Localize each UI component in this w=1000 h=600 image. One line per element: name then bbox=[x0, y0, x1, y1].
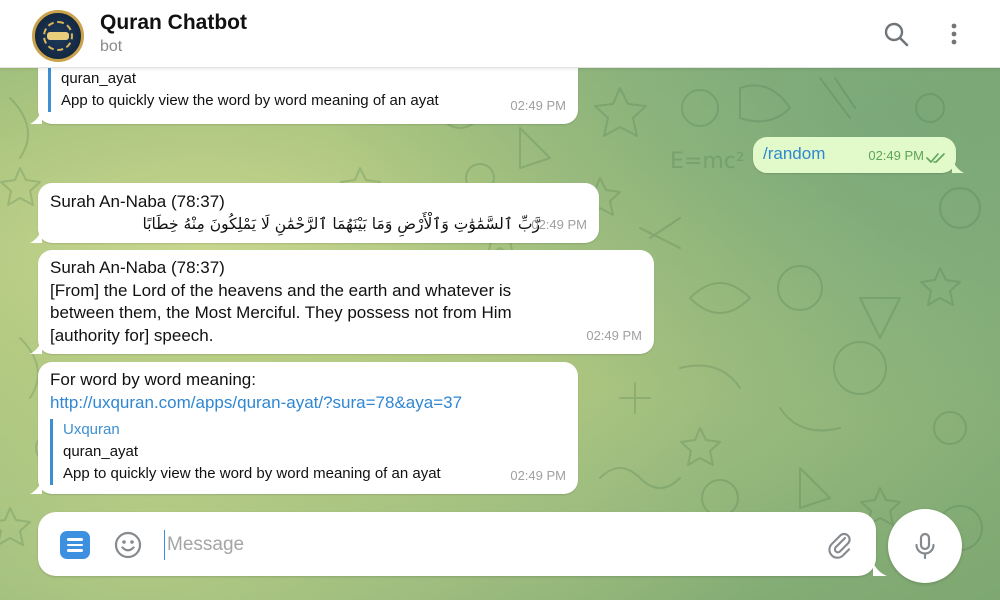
bubble-tail bbox=[952, 159, 964, 173]
message-composer bbox=[38, 512, 876, 576]
bubble-tail bbox=[30, 480, 42, 494]
double-check-icon bbox=[926, 153, 945, 163]
message-input[interactable] bbox=[164, 530, 804, 560]
translation-line: [From] the Lord of the heavens and the e… bbox=[50, 280, 512, 300]
bubble-tail bbox=[30, 229, 42, 243]
svg-text:E=mc²: E=mc² bbox=[670, 149, 745, 174]
message-bubble-outgoing[interactable]: /random 02:49 PM bbox=[753, 137, 964, 173]
bot-menu-icon[interactable] bbox=[60, 531, 90, 559]
preview-description: App to quickly view the word by word mea… bbox=[63, 465, 441, 482]
arabic-verse: رَّبِّ ٱلسَّمَٰوَٰتِ وَٱلْأَرْضِ وَمَا ب… bbox=[142, 215, 541, 233]
chat-title[interactable]: Quran Chatbot bbox=[100, 11, 247, 35]
bot-avatar[interactable] bbox=[32, 10, 84, 62]
paperclip-icon[interactable] bbox=[824, 529, 854, 559]
message-time: 02:49 PM bbox=[586, 327, 642, 343]
message-time: 02:49 PM bbox=[510, 97, 566, 113]
message-bubble-translation[interactable]: Surah An-Naba (78:37) [From] the Lord of… bbox=[30, 250, 654, 354]
composer-tail bbox=[873, 562, 887, 576]
message-bubble-word-meaning[interactable]: For word by word meaning: http://uxquran… bbox=[30, 362, 578, 494]
bubble-tail bbox=[30, 110, 42, 124]
message-bubble-arabic[interactable]: Surah An-Naba (78:37) رَّبِّ ٱلسَّمَٰوَٰ… bbox=[30, 183, 599, 243]
link-preview[interactable]: Uxquran quran_ayat App to quickly view t… bbox=[50, 419, 570, 485]
preview-description: App to quickly view the word by word mea… bbox=[61, 92, 439, 109]
emoji-icon[interactable] bbox=[112, 529, 144, 561]
preview-site-name: Uxquran bbox=[63, 421, 120, 438]
preview-title: quran_ayat bbox=[63, 443, 139, 460]
bubble-tail bbox=[30, 340, 42, 354]
preview-title: quran_ayat bbox=[61, 70, 137, 87]
message-content: For word by word meaning: http://uxquran… bbox=[50, 369, 570, 485]
chat-header: Quran Chatbot bot bbox=[0, 0, 1000, 68]
avatar-calligraphy bbox=[47, 32, 69, 40]
intro-text: For word by word meaning: bbox=[50, 370, 256, 389]
message-time: 02:49 PM bbox=[868, 147, 924, 163]
surah-heading: Surah An-Naba (78:37) bbox=[50, 258, 225, 277]
surah-heading: Surah An-Naba (78:37) bbox=[50, 192, 225, 211]
microphone-icon[interactable] bbox=[888, 509, 962, 583]
translation-line: [authority for] speech. bbox=[50, 325, 214, 345]
translation-text: Surah An-Naba (78:37) [From] the Lord of… bbox=[50, 257, 630, 347]
chat-subtitle: bot bbox=[100, 38, 123, 55]
uxquran-link[interactable]: http://uxquran.com/apps/quran-ayat/?sura… bbox=[50, 393, 462, 412]
command-text[interactable]: /random bbox=[763, 143, 825, 166]
message-time: 02:49 PM bbox=[510, 467, 566, 483]
more-vertical-icon[interactable] bbox=[940, 20, 968, 48]
translation-line: between them, the Most Merciful. They po… bbox=[50, 303, 512, 322]
message-time: 02:49 PM bbox=[531, 216, 587, 232]
search-icon[interactable] bbox=[882, 20, 910, 48]
link-preview[interactable]: quran_ayat App to quickly view the word … bbox=[48, 68, 439, 112]
